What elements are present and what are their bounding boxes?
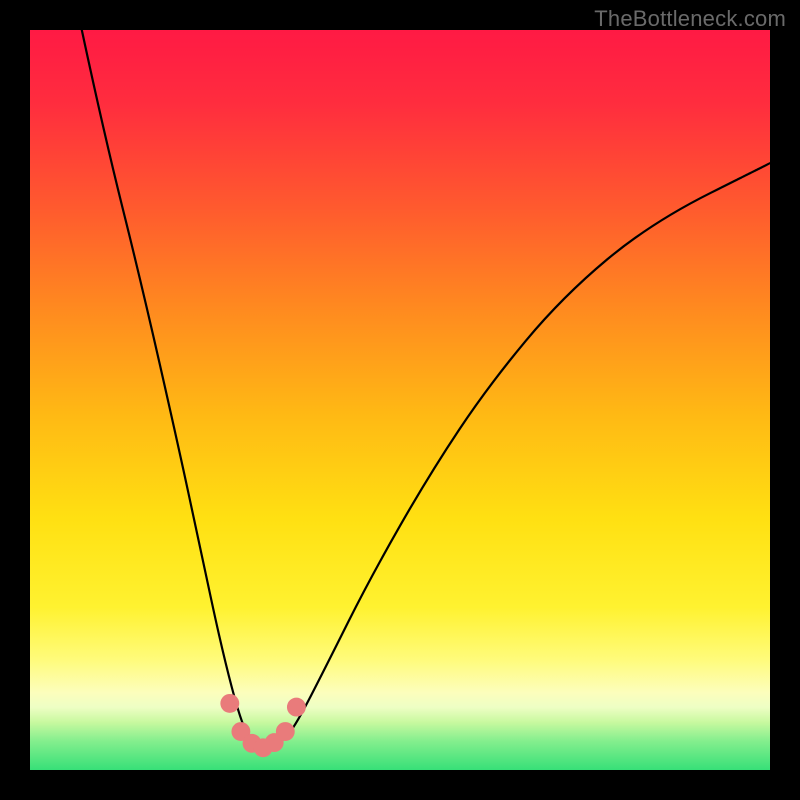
- chart-wrapper: TheBottleneck.com: [0, 0, 800, 800]
- minimum-markers: [220, 694, 305, 757]
- marker-dot: [220, 694, 239, 713]
- curve-layer: [30, 30, 770, 770]
- marker-dot: [287, 698, 306, 717]
- watermark: TheBottleneck.com: [594, 6, 786, 32]
- bottleneck-curve: [82, 30, 770, 746]
- marker-dot: [276, 722, 295, 741]
- plot-area: [30, 30, 770, 770]
